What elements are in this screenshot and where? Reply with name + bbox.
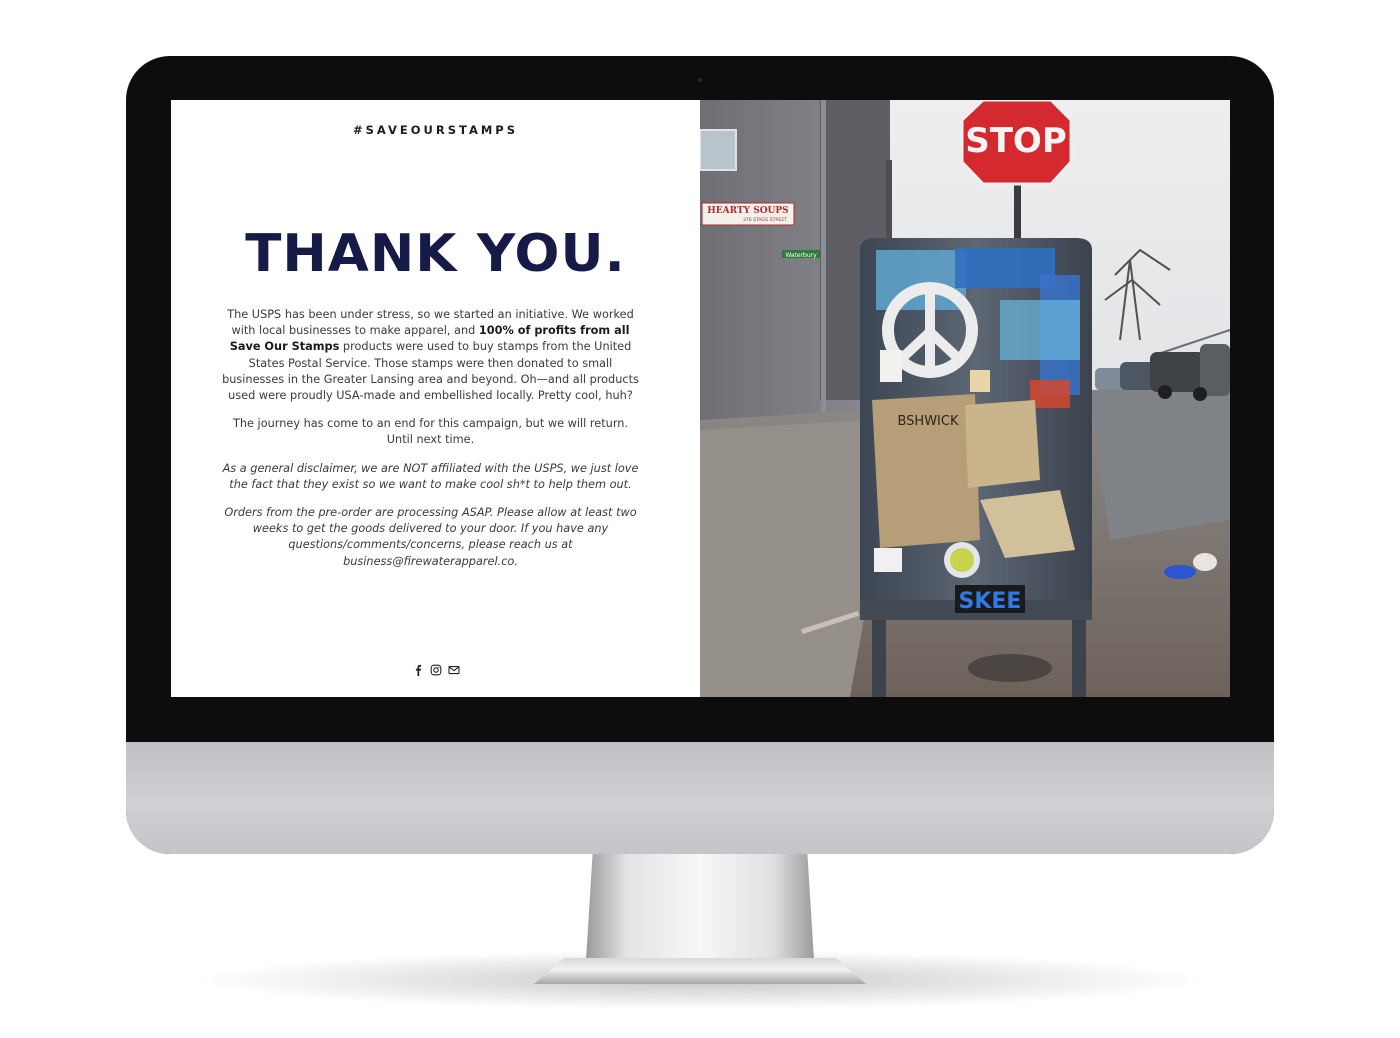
svg-text:BSHWICK: BSHWICK [897,414,958,429]
hashtag-title: #SAVEOURSTAMPS [352,123,519,137]
instagram-icon[interactable] [430,663,442,676]
svg-text:Waterbury: Waterbury [785,252,817,259]
store-sign-text: HEARTY SOUPS [707,206,788,216]
paragraph-orders: Orders from the pre-order are processing… [224,506,637,568]
screen: #SAVEOURSTAMPS THANK YOU. The USPS has b… [171,100,1230,697]
social-links [171,663,700,676]
body-copy: The USPS has been under stress, so we st… [221,307,640,582]
stop-sign-text: STOP [965,121,1067,161]
camera-icon [698,78,702,82]
paragraph-disclaimer: As a general disclaimer, we are NOT affi… [222,461,639,491]
content-pane: #SAVEOURSTAMPS THANK YOU. The USPS has b… [171,100,700,697]
hero-photo: HEARTY SOUPS 276 STAGG STREET Waterbury [700,100,1230,697]
page-title: THANK YOU. [245,224,626,284]
monitor-frame: #SAVEOURSTAMPS THANK YOU. The USPS has b… [126,56,1274,854]
parked-truck [1150,352,1205,392]
facebook-icon[interactable] [412,663,424,676]
svg-text:SKEE: SKEE [959,589,1022,614]
monitor-stand-foot [534,958,866,984]
mail-icon[interactable] [447,663,460,675]
monitor-chin [126,742,1274,854]
mailbox-photo: HEARTY SOUPS 276 STAGG STREET Waterbury [700,100,1230,697]
monitor-stand-neck [586,850,814,960]
svg-text:276 STAGG STREET: 276 STAGG STREET [743,217,787,223]
paragraph-intro: The USPS has been under stress, so we st… [222,308,639,403]
paragraph-campaign-end: The journey has come to an end for this … [232,417,629,447]
